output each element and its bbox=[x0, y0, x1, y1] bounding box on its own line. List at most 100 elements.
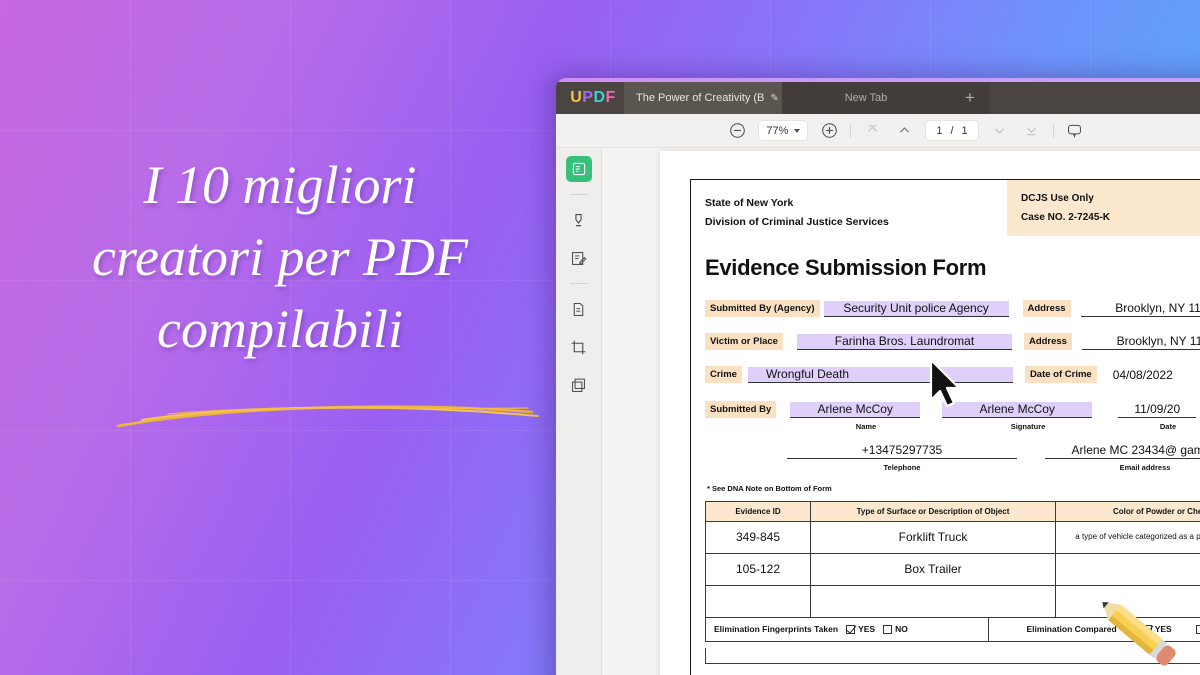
page-separator: / bbox=[950, 124, 954, 137]
checkbox-fingerprints-yes[interactable]: YES bbox=[846, 624, 875, 634]
label-submitted-by-agency: Submitted By (Agency) bbox=[705, 299, 820, 317]
elimination-fingerprints-group: Elimination Fingerprints Taken YES NO bbox=[706, 618, 988, 641]
tab-label: The Power of Creativity (B bbox=[636, 92, 765, 104]
cell-description-1[interactable]: Forklift Truck bbox=[810, 520, 1056, 554]
cell-evidence-id-1[interactable]: 349-845 bbox=[705, 520, 811, 554]
promo-line-2: creatori per PDF bbox=[92, 226, 468, 287]
checkbox-icon[interactable] bbox=[883, 624, 893, 634]
field-crime[interactable]: Wrongful Death bbox=[747, 366, 1013, 383]
toolbar-divider-2 bbox=[1052, 123, 1054, 138]
checkbox-fingerprints-no[interactable]: NO bbox=[883, 624, 908, 634]
mouse-cursor bbox=[929, 358, 961, 408]
promo-line-1: I 10 migliori bbox=[143, 155, 417, 215]
sublabel-email: Email address bbox=[1119, 462, 1171, 472]
cell-description-3[interactable] bbox=[810, 584, 1056, 618]
division-line: Division of Criminal Justice Services bbox=[705, 216, 889, 229]
logo-letter-p: P bbox=[582, 89, 594, 106]
cell-evidence-id-2[interactable]: 105-122 bbox=[705, 552, 811, 586]
cell-color-2[interactable] bbox=[1055, 552, 1200, 586]
first-page-icon[interactable] bbox=[861, 120, 883, 142]
cell-description-2[interactable]: Box Trailer bbox=[810, 552, 1056, 586]
dcjs-use-only-box: DCJS Use Only Case NO. 2-7245-K bbox=[1007, 180, 1200, 236]
page-number-input[interactable]: 1 / 1 bbox=[925, 120, 979, 141]
prev-page-icon[interactable] bbox=[893, 120, 915, 142]
form-row-agency: Submitted By (Agency) Security Unit poli… bbox=[705, 297, 1200, 317]
sidebar-item-edit-pdf[interactable] bbox=[566, 245, 592, 271]
label-victim-or-place: Victim or Place bbox=[705, 332, 783, 350]
tab-new-tab[interactable]: New Tab bbox=[782, 82, 950, 114]
checkbox-compared-no[interactable]: NO bbox=[1195, 624, 1200, 634]
field-date[interactable]: 11/09/20 bbox=[1118, 402, 1197, 418]
checkbox-icon[interactable] bbox=[846, 624, 856, 634]
field-telephone[interactable]: +13475297735 bbox=[787, 443, 1017, 459]
label-no-1: NO bbox=[895, 624, 908, 635]
field-signature[interactable]: Arlene McCoy bbox=[942, 401, 1093, 418]
sidebar-divider-2 bbox=[569, 283, 588, 284]
updf-app-window: UPDF The Power of Creativity (B ✎ New Ta… bbox=[556, 78, 1200, 675]
label-submitted-by: Submitted By bbox=[705, 400, 777, 418]
label-address-2: Address bbox=[1023, 332, 1072, 350]
form-row-contact: +13475297735 Arlene MC 23434@ gamil.c bbox=[705, 437, 1200, 459]
zoom-in-button[interactable] bbox=[818, 120, 840, 142]
field-date-of-crime[interactable]: 04/08/2022 bbox=[1105, 368, 1200, 383]
form-sublabels-2: Telephone Email address bbox=[705, 461, 1200, 472]
field-name[interactable]: Arlene McCoy bbox=[790, 401, 921, 418]
last-page-icon[interactable] bbox=[1021, 120, 1043, 142]
new-tab-label: New Tab bbox=[844, 92, 888, 104]
sublabel-name: Name bbox=[855, 421, 877, 431]
field-victim[interactable]: Farinha Bros. Laundromat bbox=[796, 333, 1012, 350]
pencil-icon[interactable]: ✎ bbox=[770, 93, 778, 104]
zoom-level-select[interactable]: 77% bbox=[758, 120, 809, 141]
pencil-illustration bbox=[1102, 602, 1176, 666]
label-crime: Crime bbox=[705, 365, 742, 383]
comment-icon[interactable] bbox=[1064, 120, 1086, 142]
label-yes-1: YES bbox=[858, 624, 876, 635]
sublabel-telephone: Telephone bbox=[883, 462, 921, 472]
sidebar-item-reader-view[interactable] bbox=[565, 156, 592, 182]
logo-letter-u: U bbox=[570, 89, 583, 106]
sublabel-signature: Signature bbox=[1010, 421, 1046, 431]
zoom-level-value: 77% bbox=[766, 124, 789, 137]
add-tab-button[interactable]: + bbox=[950, 82, 990, 114]
sidebar-item-organize-pages[interactable] bbox=[566, 296, 592, 322]
window-title-bar: UPDF The Power of Creativity (B ✎ New Ta… bbox=[556, 82, 1200, 114]
sublabel-date: Date bbox=[1159, 421, 1177, 431]
page-total: 1 bbox=[961, 124, 968, 137]
logo-letter-d: D bbox=[593, 89, 606, 106]
zoom-out-button[interactable] bbox=[726, 120, 748, 142]
field-email[interactable]: Arlene MC 23434@ gamil.c bbox=[1045, 443, 1200, 459]
next-page-icon[interactable] bbox=[989, 120, 1011, 142]
field-address-2[interactable]: Brooklyn, NY 11203 bbox=[1081, 334, 1200, 350]
tab-active-document[interactable]: The Power of Creativity (B ✎ bbox=[624, 82, 782, 114]
sidebar-item-highlighter[interactable] bbox=[566, 207, 592, 233]
state-line: State of New York bbox=[705, 197, 794, 209]
label-elimination-fingerprints: Elimination Fingerprints Taken bbox=[714, 624, 839, 635]
promo-line-3: compilabili bbox=[157, 298, 403, 359]
checkbox-icon[interactable] bbox=[1195, 624, 1200, 634]
th-type-of-surface: Type of Surface or Description of Object bbox=[810, 500, 1056, 522]
field-agency[interactable]: Security Unit police Agency bbox=[823, 300, 1009, 317]
th-evidence-id: Evidence ID bbox=[705, 500, 811, 522]
page-current: 1 bbox=[936, 124, 943, 137]
form-row-victim: Victim or Place Farinha Bros. Laundromat… bbox=[705, 330, 1200, 350]
table-row[interactable]: 349-845 Forklift Truck a type of vehicle… bbox=[705, 520, 1200, 554]
dna-note: * See DNA Note on Bottom of Form bbox=[707, 483, 832, 493]
table-row[interactable]: 105-122 Box Trailer bbox=[705, 552, 1200, 586]
th-color-of-powder: Color of Powder or Chemical Type bbox=[1055, 500, 1200, 522]
viewer-toolbar: 77% 1 / 1 bbox=[556, 114, 1200, 148]
chevron-down-icon bbox=[794, 128, 801, 133]
dcjs-case-number: Case NO. 2-7245-K bbox=[1021, 212, 1110, 223]
form-title: Evidence Submission Form bbox=[705, 254, 987, 280]
cell-color-1[interactable]: a type of vehicle categorized as a power… bbox=[1055, 520, 1200, 554]
logo-letter-f: F bbox=[605, 89, 616, 106]
promo-headline: I 10 migliori creatori per PDF compilabi… bbox=[0, 150, 560, 428]
sidebar-item-page-boxes[interactable] bbox=[566, 372, 592, 398]
toolbar-divider-1 bbox=[850, 123, 852, 138]
sidebar-item-crop-page[interactable] bbox=[566, 334, 592, 360]
cell-evidence-id-3[interactable] bbox=[705, 584, 811, 618]
agency-header: State of New York Division of Criminal J… bbox=[705, 194, 889, 233]
updf-logo: UPDF bbox=[556, 82, 624, 114]
promo-underline-swoosh bbox=[116, 405, 539, 428]
field-address-1[interactable]: Brooklyn, NY 11203 bbox=[1080, 301, 1200, 317]
tools-sidebar bbox=[556, 148, 602, 675]
